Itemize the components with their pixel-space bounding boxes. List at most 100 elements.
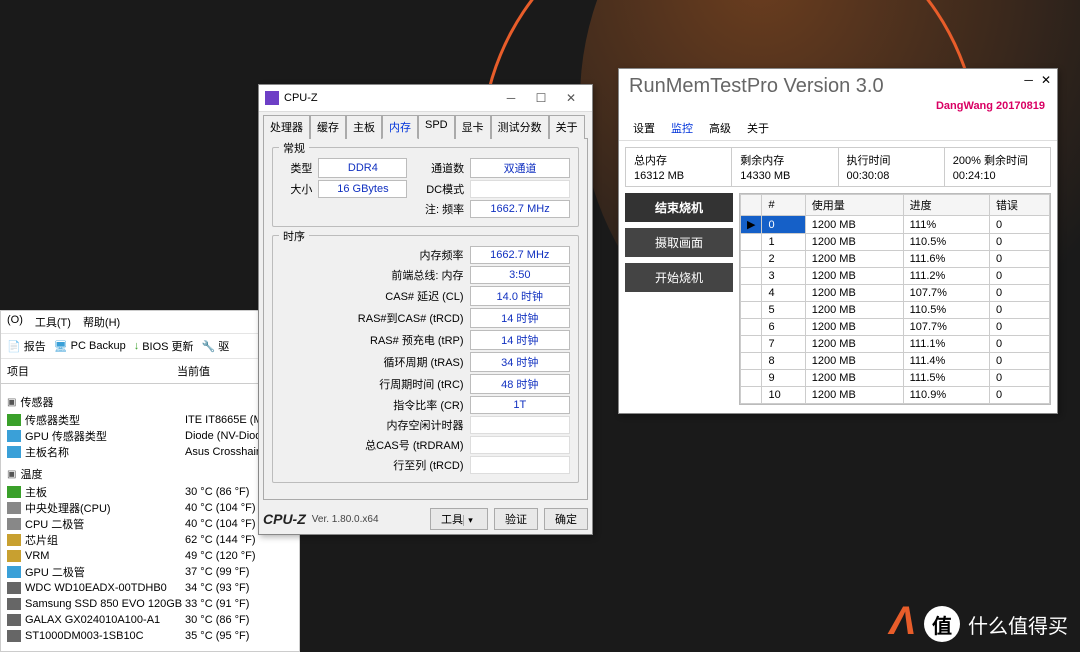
sensor-row[interactable]: ST1000DM003-1SB10C35 °C (95 °F) (7, 628, 293, 644)
close-button[interactable]: ✕ (556, 88, 586, 108)
close-button[interactable]: ✕ (1041, 73, 1051, 87)
nbfreq-label: 注: 频率 (409, 200, 468, 218)
table-row[interactable]: 61200 MB107.7%0 (741, 319, 1050, 336)
sensor-row[interactable]: Samsung SSD 850 EVO 120GB33 °C (91 °F) (7, 596, 293, 612)
sensor-icon (7, 582, 21, 594)
table-header[interactable]: 进度 (903, 195, 989, 216)
cpuz-titlebar[interactable]: CPU-Z ─ ☐ ✕ (259, 85, 592, 112)
rmtp-action-button[interactable]: 开始烧机 (625, 263, 733, 292)
table-row[interactable]: 71200 MB111.1%0 (741, 336, 1050, 353)
table-row[interactable]: 31200 MB111.2%0 (741, 268, 1050, 285)
timing-value: 14 时钟 (470, 308, 570, 328)
table-row[interactable]: 91200 MB111.5%0 (741, 370, 1050, 387)
row-index: 4 (762, 285, 805, 302)
table-row[interactable]: 81200 MB111.4%0 (741, 353, 1050, 370)
rmtp-action-button[interactable]: 结束烧机 (625, 193, 733, 222)
table-header[interactable]: 错误 (989, 195, 1049, 216)
sensor-row[interactable]: CPU 二极管40 °C (104 °F) (7, 516, 293, 532)
pc-backup-button[interactable]: PC Backup (54, 340, 126, 353)
sensor-row[interactable]: 中央处理器(CPU)40 °C (104 °F) (7, 500, 293, 516)
table-row[interactable]: 41200 MB107.7%0 (741, 285, 1050, 302)
sensor-row[interactable]: GALAX GX024010A100-A130 °C (86 °F) (7, 612, 293, 628)
table-row[interactable]: 101200 MB110.9%0 (741, 387, 1050, 404)
tools-button[interactable]: 工具▾ (430, 508, 488, 530)
cpuz-tab[interactable]: SPD (418, 115, 455, 139)
stat-label: 总内存 (634, 152, 723, 168)
table-row[interactable]: 51200 MB110.5%0 (741, 302, 1050, 319)
rmtp-menu-item[interactable]: 关于 (747, 120, 769, 136)
sensor-row[interactable]: VRM49 °C (120 °F) (7, 548, 293, 564)
cpuz-tab[interactable]: 测试分数 (491, 115, 549, 139)
stat-value: 00:24:10 (953, 170, 1042, 182)
sensor-value: 37 °C (99 °F) (185, 566, 293, 578)
section-header[interactable]: 温度 (7, 466, 293, 482)
cpuz-tab[interactable]: 处理器 (263, 115, 310, 139)
rmtp-action-button[interactable]: 摄取画面 (625, 228, 733, 257)
ok-button[interactable]: 确定 (544, 508, 588, 530)
sensor-row[interactable]: WDC WD10EADX-00TDHB034 °C (93 °F) (7, 580, 293, 596)
row-usage: 1200 MB (805, 268, 903, 285)
minimize-button[interactable]: ─ (1024, 73, 1033, 87)
sensor-value: 49 °C (120 °F) (185, 550, 293, 562)
row-index: 2 (762, 251, 805, 268)
row-index: 9 (762, 370, 805, 387)
row-marker (741, 370, 762, 387)
timing-value: 1T (470, 396, 570, 414)
row-usage: 1200 MB (805, 251, 903, 268)
sensor-name: 芯片组 (25, 532, 185, 548)
sensor-name: WDC WD10EADX-00TDHB0 (25, 582, 185, 594)
sensor-name: 主板名称 (25, 444, 185, 460)
bios-update-button[interactable]: BIOS 更新 (134, 338, 194, 354)
sensor-row[interactable]: GPU 二极管37 °C (99 °F) (7, 564, 293, 580)
sensor-row[interactable]: 主板30 °C (86 °F) (7, 484, 293, 500)
row-errors: 0 (989, 319, 1049, 336)
report-button[interactable]: 报告 (7, 338, 46, 354)
table-row[interactable]: ▶01200 MB111%0 (741, 216, 1050, 234)
table-row[interactable]: 11200 MB110.5%0 (741, 234, 1050, 251)
maximize-button[interactable]: ☐ (526, 88, 556, 108)
row-progress: 110.9% (903, 387, 989, 404)
driver-button[interactable]: 驱 (202, 338, 230, 354)
row-usage: 1200 MB (805, 319, 903, 336)
sensor-row[interactable]: GPU 传感器类型Diode (NV-Diode) (7, 428, 293, 444)
table-header[interactable] (741, 195, 762, 216)
sensor-icon (7, 598, 21, 610)
sensor-icon (7, 430, 21, 442)
table-row[interactable]: 21200 MB111.6%0 (741, 251, 1050, 268)
cpuz-version: Ver. 1.80.0.x64 (312, 514, 424, 525)
sensor-row[interactable]: 传感器类型ITE IT8665E (MMIC (7, 412, 293, 428)
table-header[interactable]: 使用量 (805, 195, 903, 216)
rmtp-menu-item[interactable]: 监控 (671, 120, 693, 136)
menu-item[interactable]: 工具(T) (35, 314, 71, 330)
dcmode-label: DC模式 (409, 180, 468, 198)
stat-value: 14330 MB (740, 170, 829, 182)
row-progress: 110.5% (903, 302, 989, 319)
cpuz-tab[interactable]: 缓存 (310, 115, 346, 139)
sensor-name: Samsung SSD 850 EVO 120GB (25, 598, 185, 610)
cpuz-brand: CPU-Z (263, 511, 306, 527)
timing-label: 循环周期 (tRAS) (281, 352, 468, 372)
watermark-text: 什么值得买 (968, 610, 1068, 639)
rmtp-titlebar[interactable]: RunMemTestPro Version 3.0 (619, 69, 1057, 98)
row-index: 8 (762, 353, 805, 370)
hwmonitor-toolbar: 报告 PC Backup BIOS 更新 驱 (1, 334, 299, 359)
sensor-row[interactable]: 主板名称Asus Crosshair VI H (7, 444, 293, 460)
section-header[interactable]: 传感器 (7, 394, 293, 410)
sensor-value: 30 °C (86 °F) (185, 614, 293, 626)
row-progress: 111.6% (903, 251, 989, 268)
menu-item[interactable]: (O) (7, 314, 23, 330)
validate-button[interactable]: 验证 (494, 508, 538, 530)
rmtp-menu-item[interactable]: 设置 (633, 120, 655, 136)
cpuz-tab[interactable]: 主板 (346, 115, 382, 139)
sensor-icon (7, 550, 21, 562)
sensor-row[interactable]: 芯片组62 °C (144 °F) (7, 532, 293, 548)
table-header[interactable]: # (762, 195, 805, 216)
sensor-icon (7, 614, 21, 626)
row-marker (741, 285, 762, 302)
cpuz-tab[interactable]: 关于 (549, 115, 585, 139)
cpuz-tab[interactable]: 显卡 (455, 115, 491, 139)
menu-item[interactable]: 帮助(H) (83, 314, 120, 330)
rmtp-menu-item[interactable]: 高级 (709, 120, 731, 136)
cpuz-tab[interactable]: 内存 (382, 115, 418, 139)
minimize-button[interactable]: ─ (496, 88, 526, 108)
